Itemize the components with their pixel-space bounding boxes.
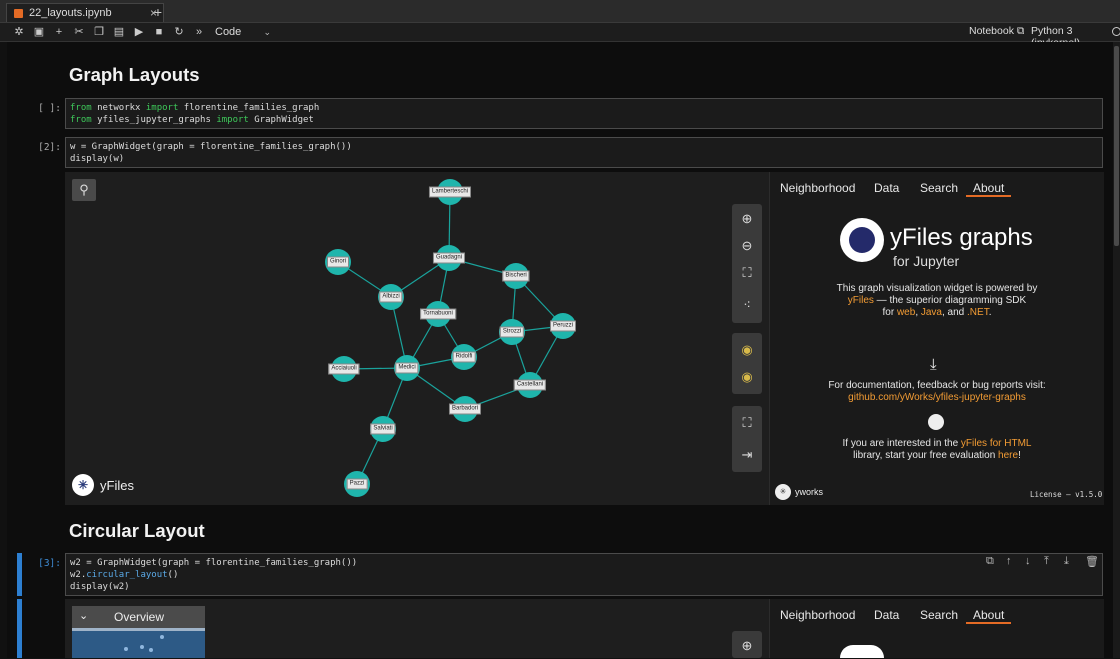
edges [337, 191, 564, 485]
node-label: Bischeri [502, 270, 530, 282]
section-title: Circular Layout [69, 520, 205, 541]
node-label: Barbadori [448, 403, 482, 415]
chevron-down-icon: ⌄ [79, 610, 89, 622]
node-label: Tornabuoni [420, 308, 456, 320]
overview-header[interactable]: ⌄ Overview [72, 606, 205, 628]
tab-neighborhood[interactable]: Neighborhood [780, 608, 855, 622]
insert-below-icon[interactable]: ⤓ [1064, 555, 1069, 568]
node-label: Medici [395, 362, 419, 374]
code-token: w2. [70, 570, 87, 580]
move-up-icon[interactable]: ↑ [1006, 555, 1012, 567]
tab-about[interactable]: About [966, 608, 1012, 624]
node-label: Ginori [326, 256, 350, 268]
code-line: w2 = GraphWidget(graph = florentine_fami… [70, 558, 358, 568]
code-token: circular_layout [86, 570, 168, 580]
yfiles-graphs-logo-icon [840, 645, 884, 658]
zoom-in-icon[interactable]: ⊕ [732, 633, 762, 659]
sidebar-tabs: Neighborhood Data Search About [780, 608, 1100, 628]
cell-toolbar: ⧉ ↑ ↓ ⤒ ⤓ 🗑 [986, 555, 1099, 569]
node-label: Albizzi [379, 291, 403, 303]
node-label: Pazzi [346, 478, 368, 490]
node-label: Strozzi [499, 326, 525, 338]
cell-prompt: [3]: [38, 558, 61, 569]
duplicate-icon[interactable]: ⧉ [986, 555, 994, 568]
tab-data[interactable]: Data [874, 608, 899, 622]
overview-title: Overview [114, 610, 165, 624]
insert-above-icon[interactable]: ⤒ [1044, 555, 1049, 568]
graph-widget: Neighborhood Data Search About ⊕ [65, 599, 1104, 658]
zoom-controls: ⊕ [732, 631, 762, 658]
overview-panel[interactable]: ⌄ Overview [72, 606, 205, 658]
delete-icon[interactable]: 🗑 [1085, 555, 1099, 568]
code-line: display(w2) [70, 582, 130, 592]
node-label: Guadagni [432, 252, 466, 264]
node-label: Ridolfi [452, 351, 476, 363]
cell-selection-bar [17, 599, 22, 658]
node-label: Salviati [370, 423, 396, 435]
node-label: Lamberteschi [428, 186, 472, 198]
move-down-icon[interactable]: ↓ [1025, 555, 1031, 567]
code-cell[interactable]: w2 = GraphWidget(graph = florentine_fami… [65, 553, 1103, 596]
node-label: Peruzzi [549, 320, 577, 332]
node-label: Castellani [513, 379, 547, 391]
widget-sidebar: Neighborhood Data Search About [769, 599, 1104, 658]
node-label: Acciaiuoli [328, 363, 360, 375]
code-token: () [167, 570, 179, 580]
tab-search[interactable]: Search [920, 608, 958, 622]
